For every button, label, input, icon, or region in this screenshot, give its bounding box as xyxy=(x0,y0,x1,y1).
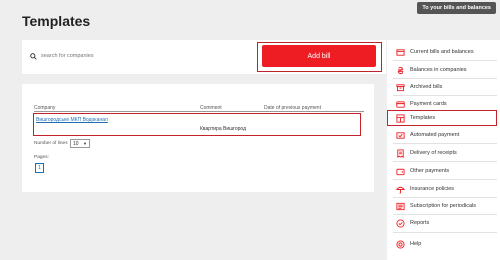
chevron-down-icon: ▼ xyxy=(83,141,87,146)
card-icon xyxy=(396,100,405,108)
to-bills-link[interactable]: To your bills and balances xyxy=(417,2,496,14)
menu-item-current-bills[interactable]: Current bills and balances xyxy=(387,45,500,59)
menu-label: Reports xyxy=(410,220,430,226)
lines-label: Number of lines xyxy=(34,141,68,146)
menu-item-archived[interactable]: Archived bills xyxy=(387,80,500,94)
comment-cell: Квартира Вишгород xyxy=(200,126,247,132)
menu-divider xyxy=(393,214,497,215)
umbrella-icon xyxy=(396,186,405,194)
header-divider xyxy=(34,111,364,112)
report-icon xyxy=(396,218,405,228)
menu-divider xyxy=(393,60,497,61)
search-icon xyxy=(30,52,37,60)
menu-item-other-payments[interactable]: Other payments xyxy=(387,164,500,178)
page-title: Templates xyxy=(22,13,91,29)
menu-label: Balances in companies xyxy=(410,67,467,73)
menu-label: Automated payment xyxy=(410,132,460,138)
menu-divider xyxy=(393,78,497,79)
page-1-button[interactable]: 1 xyxy=(35,163,44,173)
menu-item-reports[interactable]: Reports xyxy=(387,216,500,230)
side-menu: Current bills and balances Balances in c… xyxy=(387,40,500,260)
menu-label: Other payments xyxy=(410,168,450,174)
help-icon xyxy=(396,239,405,249)
menu-item-balances[interactable]: Balances in companies xyxy=(387,63,500,77)
menu-divider xyxy=(393,179,497,180)
bills-icon xyxy=(396,48,405,56)
menu-label: Help xyxy=(410,241,422,247)
search-input[interactable] xyxy=(41,53,241,59)
company-link[interactable]: Вишгородське МКП Водоканал xyxy=(36,117,108,123)
wallet-icon xyxy=(396,168,405,175)
menu-item-periodicals[interactable]: Subscription for periodicals xyxy=(387,199,500,213)
templates-table-panel: Company Comment Date of previous payment… xyxy=(22,84,374,192)
menu-item-payment-cards[interactable]: Payment cards xyxy=(387,97,500,111)
menu-item-delivery-receipts[interactable]: Delivery of receipts xyxy=(387,146,500,160)
autopay-icon xyxy=(396,131,405,139)
lines-value: 10 xyxy=(73,140,79,147)
menu-divider xyxy=(393,197,497,198)
pages-label: Pages: xyxy=(34,155,49,160)
menu-label: Archived bills xyxy=(410,84,443,90)
menu-label: Subscription for periodicals xyxy=(410,203,477,209)
menu-divider xyxy=(393,143,497,144)
newspaper-icon xyxy=(396,202,405,210)
menu-divider xyxy=(393,161,497,162)
archive-icon xyxy=(396,83,405,91)
menu-divider xyxy=(393,232,497,233)
menu-label: Payment cards xyxy=(410,101,447,107)
menu-label: Insurance policies xyxy=(410,186,455,192)
menu-label: Current bills and balances xyxy=(410,49,474,55)
lines-select[interactable]: 10 ▼ xyxy=(70,139,90,148)
templates-highlight xyxy=(387,110,497,126)
search-box[interactable] xyxy=(30,49,250,63)
add-bill-button[interactable]: Add bill xyxy=(262,45,376,67)
hryvnia-icon xyxy=(397,66,404,74)
menu-label: Delivery of receipts xyxy=(410,150,457,156)
receipt-icon xyxy=(397,148,404,158)
menu-divider xyxy=(393,95,497,96)
menu-item-insurance[interactable]: Insurance policies xyxy=(387,182,500,196)
menu-item-help[interactable]: Help xyxy=(387,237,500,251)
menu-item-automated-payment[interactable]: Automated payment xyxy=(387,128,500,142)
